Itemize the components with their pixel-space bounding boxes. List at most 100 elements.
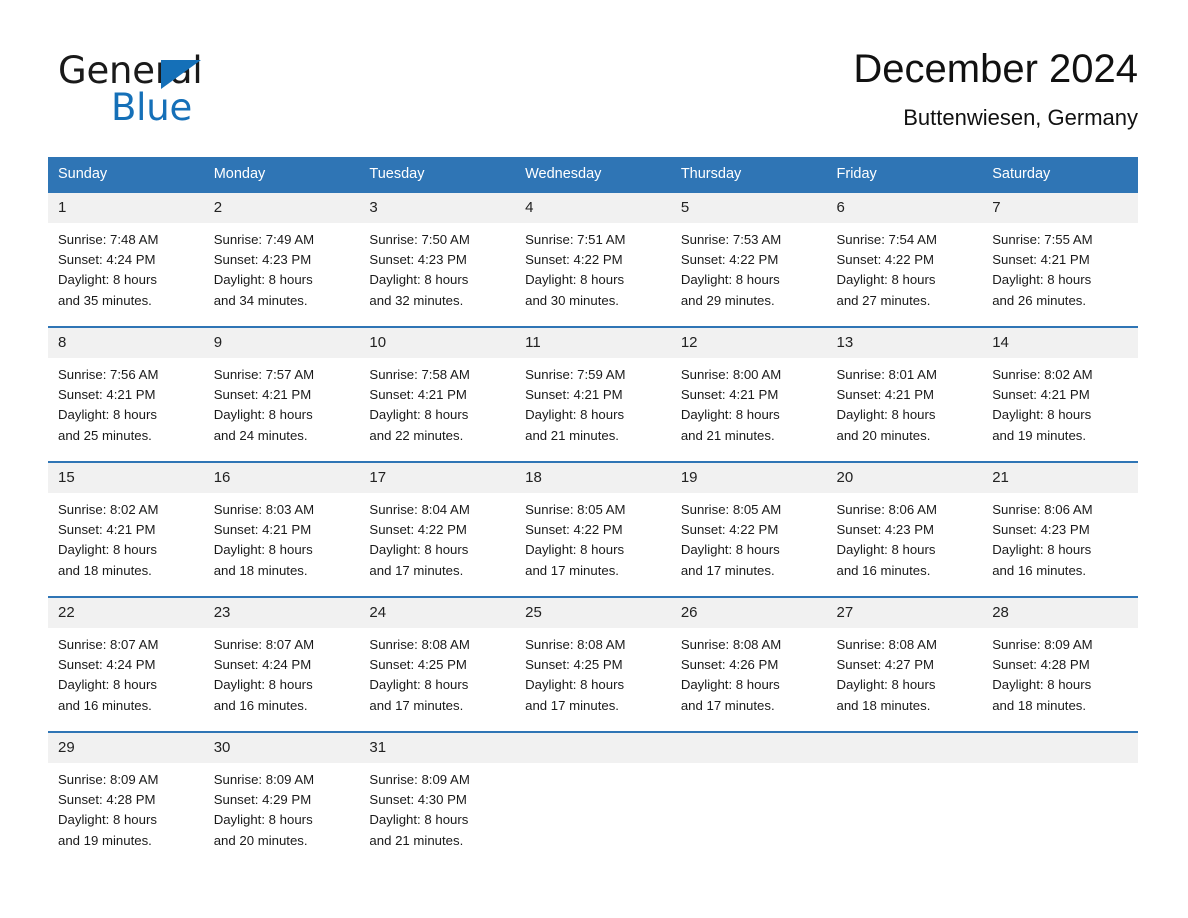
daylight-text-line1: Daylight: 8 hours	[369, 542, 469, 558]
calendar-week-row: 8 Sunrise: 7:56 AM Sunset: 4:21 PM Dayli…	[48, 326, 1138, 462]
calendar-body: 1 Sunrise: 7:48 AM Sunset: 4:24 PM Dayli…	[48, 191, 1138, 866]
day-number: 3	[359, 193, 516, 223]
day-details: Sunrise: 8:09 AM Sunset: 4:28 PM Dayligh…	[982, 628, 1138, 716]
daylight-text-line2: and 17 minutes.	[525, 562, 619, 578]
day-details: Sunrise: 7:59 AM Sunset: 4:21 PM Dayligh…	[515, 358, 671, 446]
day-cell[interactable]: 1 Sunrise: 7:48 AM Sunset: 4:24 PM Dayli…	[48, 191, 204, 327]
sunrise-text: Sunrise: 7:59 AM	[525, 367, 626, 382]
sunrise-text: Sunrise: 7:55 AM	[992, 232, 1093, 247]
day-cell[interactable]: 6 Sunrise: 7:54 AM Sunset: 4:22 PM Dayli…	[826, 191, 983, 327]
day-cell[interactable]: 4 Sunrise: 7:51 AM Sunset: 4:22 PM Dayli…	[515, 191, 671, 327]
day-cell[interactable]: 11 Sunrise: 7:59 AM Sunset: 4:21 PM Dayl…	[515, 326, 671, 462]
sunset-text: Sunset: 4:21 PM	[680, 387, 779, 403]
day-cell[interactable]: 24 Sunrise: 8:08 AM Sunset: 4:25 PM Dayl…	[359, 596, 516, 732]
daylight-text-line1: Daylight: 8 hours	[525, 542, 625, 558]
sunrise-text: Sunrise: 8:04 AM	[369, 502, 470, 517]
sunrise-text: Sunrise: 7:57 AM	[213, 367, 315, 382]
daylight-text-line2: and 18 minutes.	[58, 562, 152, 578]
day-cell[interactable]: 14 Sunrise: 8:02 AM Sunset: 4:21 PM Dayl…	[982, 326, 1138, 462]
sunset-text: Sunset: 4:23 PM	[369, 252, 467, 268]
weekday-header-monday: Monday	[203, 157, 360, 192]
day-cell[interactable]: 12 Sunrise: 8:00 AM Sunset: 4:21 PM Dayl…	[670, 326, 827, 462]
sunrise-sunset-calendar: Sunday Monday Tuesday Wednesday Thursday…	[48, 157, 1138, 866]
daylight-text-line2: and 20 minutes.	[213, 832, 308, 848]
day-number: 28	[982, 598, 1138, 628]
day-cell[interactable]: 27 Sunrise: 8:08 AM Sunset: 4:27 PM Dayl…	[826, 596, 983, 732]
daylight-text-line2: and 17 minutes.	[369, 697, 464, 713]
day-cell[interactable]: 16 Sunrise: 8:03 AM Sunset: 4:21 PM Dayl…	[203, 461, 360, 597]
daylight-text-line1: Daylight: 8 hours	[369, 812, 469, 828]
sunrise-text: Sunrise: 8:06 AM	[836, 502, 937, 517]
day-cell[interactable]: 29 Sunrise: 8:09 AM Sunset: 4:28 PM Dayl…	[48, 731, 204, 866]
day-cell[interactable]: 22 Sunrise: 8:07 AM Sunset: 4:24 PM Dayl…	[48, 596, 204, 732]
day-number: 26	[670, 598, 827, 628]
daylight-text-line2: and 32 minutes.	[369, 292, 464, 308]
day-cell[interactable]: 8 Sunrise: 7:56 AM Sunset: 4:21 PM Dayli…	[48, 326, 204, 462]
sunset-text: Sunset: 4:29 PM	[213, 792, 312, 808]
day-cell[interactable]: 19 Sunrise: 8:05 AM Sunset: 4:22 PM Dayl…	[670, 461, 827, 597]
daylight-text-line2: and 22 minutes.	[369, 427, 464, 443]
day-cell[interactable]: 26 Sunrise: 8:08 AM Sunset: 4:26 PM Dayl…	[670, 596, 827, 732]
day-cell[interactable]: 2 Sunrise: 7:49 AM Sunset: 4:23 PM Dayli…	[203, 191, 360, 327]
day-cell[interactable]: 3 Sunrise: 7:50 AM Sunset: 4:23 PM Dayli…	[359, 191, 516, 327]
sunrise-text: Sunrise: 8:09 AM	[58, 772, 159, 787]
sunset-text: Sunset: 4:23 PM	[213, 252, 312, 268]
day-details: Sunrise: 8:02 AM Sunset: 4:21 PM Dayligh…	[982, 358, 1138, 446]
day-cell[interactable]: 10 Sunrise: 7:58 AM Sunset: 4:21 PM Dayl…	[359, 326, 516, 462]
daylight-text-line2: and 18 minutes.	[836, 697, 931, 713]
calendar-week-row: 15 Sunrise: 8:02 AM Sunset: 4:21 PM Dayl…	[48, 461, 1138, 597]
sunset-text: Sunset: 4:30 PM	[369, 792, 467, 808]
day-cell[interactable]: 30 Sunrise: 8:09 AM Sunset: 4:29 PM Dayl…	[203, 731, 360, 866]
sunrise-text: Sunrise: 8:00 AM	[680, 367, 782, 382]
sunrise-text: Sunrise: 7:56 AM	[58, 367, 159, 382]
sunset-text: Sunset: 4:21 PM	[213, 387, 312, 403]
day-details: Sunrise: 8:09 AM Sunset: 4:30 PM Dayligh…	[359, 763, 515, 851]
day-number: 29	[48, 733, 204, 763]
day-cell[interactable]: 23 Sunrise: 8:07 AM Sunset: 4:24 PM Dayl…	[203, 596, 360, 732]
day-cell[interactable]: 5 Sunrise: 7:53 AM Sunset: 4:22 PM Dayli…	[670, 191, 827, 327]
daylight-text-line2: and 35 minutes.	[58, 292, 152, 308]
day-cell-empty	[982, 731, 1138, 866]
day-number: 23	[203, 598, 360, 628]
day-details: Sunrise: 8:07 AM Sunset: 4:24 PM Dayligh…	[204, 628, 360, 716]
sunrise-text: Sunrise: 8:02 AM	[58, 502, 159, 517]
sunset-text: Sunset: 4:28 PM	[58, 792, 156, 808]
daylight-text-line2: and 21 minutes.	[680, 427, 775, 443]
daylight-text-line2: and 19 minutes.	[992, 427, 1087, 443]
sunrise-text: Sunrise: 8:02 AM	[992, 367, 1093, 382]
daylight-text-line2: and 17 minutes.	[680, 562, 775, 578]
day-cell[interactable]: 28 Sunrise: 8:09 AM Sunset: 4:28 PM Dayl…	[982, 596, 1138, 732]
day-number: 2	[203, 193, 360, 223]
sunset-text: Sunset: 4:21 PM	[58, 522, 156, 538]
daylight-text-line2: and 18 minutes.	[213, 562, 308, 578]
day-details: Sunrise: 7:58 AM Sunset: 4:21 PM Dayligh…	[359, 358, 515, 446]
weekday-header-friday: Friday	[826, 157, 983, 192]
page-title: December 2024	[853, 47, 1138, 91]
daylight-text-line1: Daylight: 8 hours	[369, 677, 469, 693]
sunset-text: Sunset: 4:22 PM	[525, 252, 623, 268]
day-details: Sunrise: 8:08 AM Sunset: 4:25 PM Dayligh…	[359, 628, 515, 716]
daylight-text-line2: and 21 minutes.	[525, 427, 619, 443]
day-cell[interactable]: 25 Sunrise: 8:08 AM Sunset: 4:25 PM Dayl…	[515, 596, 671, 732]
day-cell[interactable]: 7 Sunrise: 7:55 AM Sunset: 4:21 PM Dayli…	[982, 191, 1138, 327]
day-number	[670, 733, 827, 763]
day-cell[interactable]: 21 Sunrise: 8:06 AM Sunset: 4:23 PM Dayl…	[982, 461, 1138, 597]
sunset-text: Sunset: 4:21 PM	[369, 387, 467, 403]
daylight-text-line2: and 16 minutes.	[213, 697, 308, 713]
day-number: 22	[48, 598, 204, 628]
day-cell[interactable]: 18 Sunrise: 8:05 AM Sunset: 4:22 PM Dayl…	[515, 461, 671, 597]
sunset-text: Sunset: 4:24 PM	[58, 252, 156, 268]
day-details: Sunrise: 8:00 AM Sunset: 4:21 PM Dayligh…	[671, 358, 827, 446]
day-cell[interactable]: 15 Sunrise: 8:02 AM Sunset: 4:21 PM Dayl…	[48, 461, 204, 597]
generalblue-logo[interactable]: General Blue	[58, 50, 378, 140]
day-cell[interactable]: 31 Sunrise: 8:09 AM Sunset: 4:30 PM Dayl…	[359, 731, 516, 866]
daylight-text-line2: and 29 minutes.	[680, 292, 775, 308]
day-cell[interactable]: 17 Sunrise: 8:04 AM Sunset: 4:22 PM Dayl…	[359, 461, 516, 597]
daylight-text-line1: Daylight: 8 hours	[836, 542, 936, 558]
sunset-text: Sunset: 4:24 PM	[58, 657, 156, 673]
day-cell[interactable]: 9 Sunrise: 7:57 AM Sunset: 4:21 PM Dayli…	[203, 326, 360, 462]
day-cell[interactable]: 13 Sunrise: 8:01 AM Sunset: 4:21 PM Dayl…	[826, 326, 983, 462]
daylight-text-line1: Daylight: 8 hours	[525, 677, 625, 693]
day-cell[interactable]: 20 Sunrise: 8:06 AM Sunset: 4:23 PM Dayl…	[826, 461, 983, 597]
logo-text-blue: Blue	[111, 86, 193, 129]
